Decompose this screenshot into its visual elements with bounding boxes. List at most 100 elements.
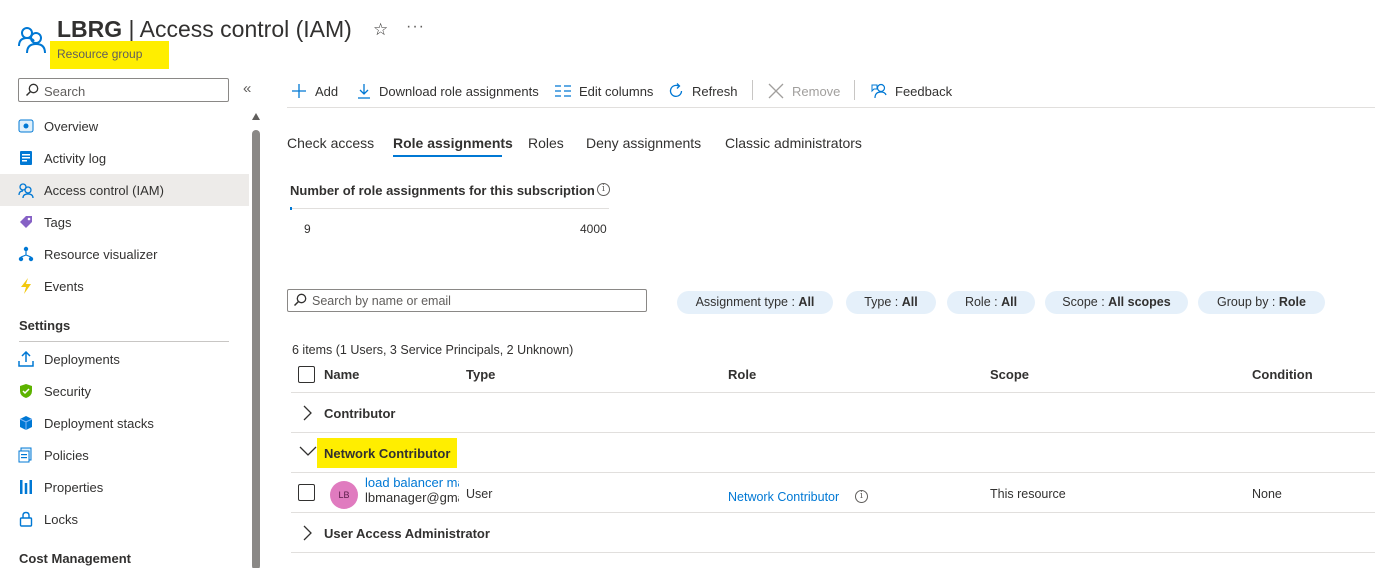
sidebar-search-placeholder: Search [44, 84, 86, 99]
tab-role-assignments[interactable]: Role assignments [393, 135, 513, 151]
edit-columns-icon [555, 85, 571, 97]
add-button[interactable]: Add [291, 80, 338, 102]
tab-check-access[interactable]: Check access [287, 135, 374, 151]
sidebar-search-input[interactable]: Search [18, 78, 229, 102]
sidebar-section-cost-management: Cost Management [19, 551, 131, 566]
chevron-down-icon[interactable] [299, 443, 317, 459]
security-icon [20, 384, 32, 398]
download-icon [358, 84, 370, 99]
group-contributor[interactable]: Contributor [324, 406, 395, 421]
row-divider [291, 432, 1375, 433]
row-role-link[interactable]: Network Contributor [728, 490, 839, 504]
page-subtitle: Resource group [50, 41, 169, 69]
sidebar-item-label: Locks [44, 512, 78, 527]
sidebar-item-locks[interactable]: Locks [0, 503, 249, 535]
sidebar-item-label: Deployments [44, 352, 120, 367]
feedback-label: Feedback [895, 83, 953, 99]
filter-group-by[interactable]: Group by : Role [1198, 291, 1325, 314]
filter-type[interactable]: Type : All [846, 291, 936, 314]
sidebar-item-security[interactable]: Security [0, 375, 249, 407]
column-header-name[interactable]: Name [324, 367, 359, 382]
assignments-usage-track [290, 208, 609, 209]
overview-icon [18, 119, 34, 133]
download-label: Download role assignments [379, 83, 539, 99]
chevron-right-icon[interactable] [300, 405, 316, 421]
sidebar-item-overview[interactable]: Overview [0, 110, 249, 142]
remove-button[interactable]: Remove [768, 80, 840, 102]
search-icon [293, 293, 307, 307]
scrollbar-thumb[interactable] [252, 130, 260, 568]
sidebar-section-settings: Settings [19, 318, 71, 333]
search-by-name-input[interactable]: Search by name or email [287, 289, 647, 312]
iam-icon [18, 183, 34, 198]
sidebar-item-tags[interactable]: Tags [0, 206, 249, 238]
more-options-icon[interactable]: ··· [406, 18, 425, 36]
feedback-button[interactable]: Feedback [871, 80, 952, 102]
policies-icon [18, 447, 32, 463]
sidebar-scrollbar[interactable] [252, 113, 261, 568]
activity-log-icon [20, 151, 32, 165]
plus-icon [292, 84, 306, 98]
filter-assignment-type[interactable]: Assignment type : All [677, 291, 833, 314]
column-header-type[interactable]: Type [466, 367, 495, 382]
group-network-contributor[interactable]: Network Contributor [324, 446, 450, 461]
sidebar-item-activity-log[interactable]: Activity log [0, 142, 249, 174]
sidebar-item-label: Policies [44, 448, 89, 463]
resource-visualizer-icon [18, 246, 34, 262]
toolbar-separator [752, 80, 753, 100]
tab-classic-administrators[interactable]: Classic administrators [725, 135, 862, 151]
sidebar-item-label: Overview [44, 119, 99, 134]
edit-columns-label: Edit columns [579, 83, 654, 99]
refresh-icon [669, 83, 683, 97]
sidebar-item-label: Resource visualizer [44, 247, 158, 262]
row-divider [291, 472, 1375, 473]
edit-columns-button[interactable]: Edit columns [555, 80, 653, 102]
sidebar-item-policies[interactable]: Policies [0, 439, 249, 471]
tab-deny-assignments[interactable]: Deny assignments [586, 135, 701, 151]
column-header-scope[interactable]: Scope [990, 367, 1029, 382]
sidebar-item-label: Tags [44, 215, 72, 230]
sidebar-item-label: Deployment stacks [44, 416, 154, 431]
collapse-sidebar-icon[interactable]: « [243, 80, 251, 97]
search-by-name-placeholder: Search by name or email [312, 294, 451, 308]
row-select-checkbox[interactable] [298, 484, 315, 501]
sidebar-item-deployment-stacks[interactable]: Deployment stacks [0, 407, 249, 439]
sidebar-item-label: Access control (IAM) [44, 183, 164, 198]
assignments-count-title: Number of role assignments for this subs… [290, 183, 595, 198]
sidebar-item-resource-visualizer[interactable]: Resource visualizer [0, 238, 249, 270]
download-role-assignments-button[interactable]: Download role assignments [357, 80, 539, 102]
favorite-star-icon[interactable]: ☆ [373, 20, 388, 40]
properties-icon [20, 480, 32, 494]
add-label: Add [315, 83, 339, 99]
row-divider [291, 552, 1375, 553]
filter-role[interactable]: Role : All [947, 291, 1035, 314]
close-icon [768, 83, 784, 99]
sidebar-item-label: Security [44, 384, 91, 399]
tab-roles[interactable]: Roles [528, 135, 564, 151]
select-all-checkbox[interactable] [298, 366, 315, 383]
page-title: LBRG | Access control (IAM) [57, 16, 352, 42]
refresh-button[interactable]: Refresh [668, 80, 738, 102]
sidebar-item-label: Events [44, 279, 84, 294]
lock-icon [19, 511, 33, 527]
sidebar-item-label: Activity log [44, 151, 107, 166]
chevron-right-icon[interactable] [300, 525, 316, 541]
sidebar-item-label: Properties [44, 480, 104, 495]
column-header-role[interactable]: Role [728, 367, 756, 382]
user-display-name[interactable]: load balancer manager [365, 475, 459, 490]
sidebar-item-deployments[interactable]: Deployments [0, 343, 249, 375]
toolbar-separator [854, 80, 855, 100]
role-info-icon[interactable]: i [855, 490, 868, 503]
filter-scope[interactable]: Scope : All scopes [1045, 291, 1188, 314]
sidebar-divider [19, 341, 229, 342]
group-user-access-administrator[interactable]: User Access Administrator [324, 526, 490, 541]
scroll-up-arrow-icon[interactable] [252, 113, 260, 120]
sidebar-item-access-control[interactable]: Access control (IAM) [0, 174, 249, 206]
items-summary: 6 items (1 Users, 3 Service Principals, … [292, 343, 574, 357]
assignments-current: 9 [304, 222, 311, 236]
sidebar-item-events[interactable]: Events [0, 270, 249, 302]
column-header-condition[interactable]: Condition [1252, 367, 1313, 382]
active-tab-indicator [393, 155, 502, 157]
info-icon[interactable]: i [597, 183, 610, 196]
sidebar-item-properties[interactable]: Properties [0, 471, 249, 503]
